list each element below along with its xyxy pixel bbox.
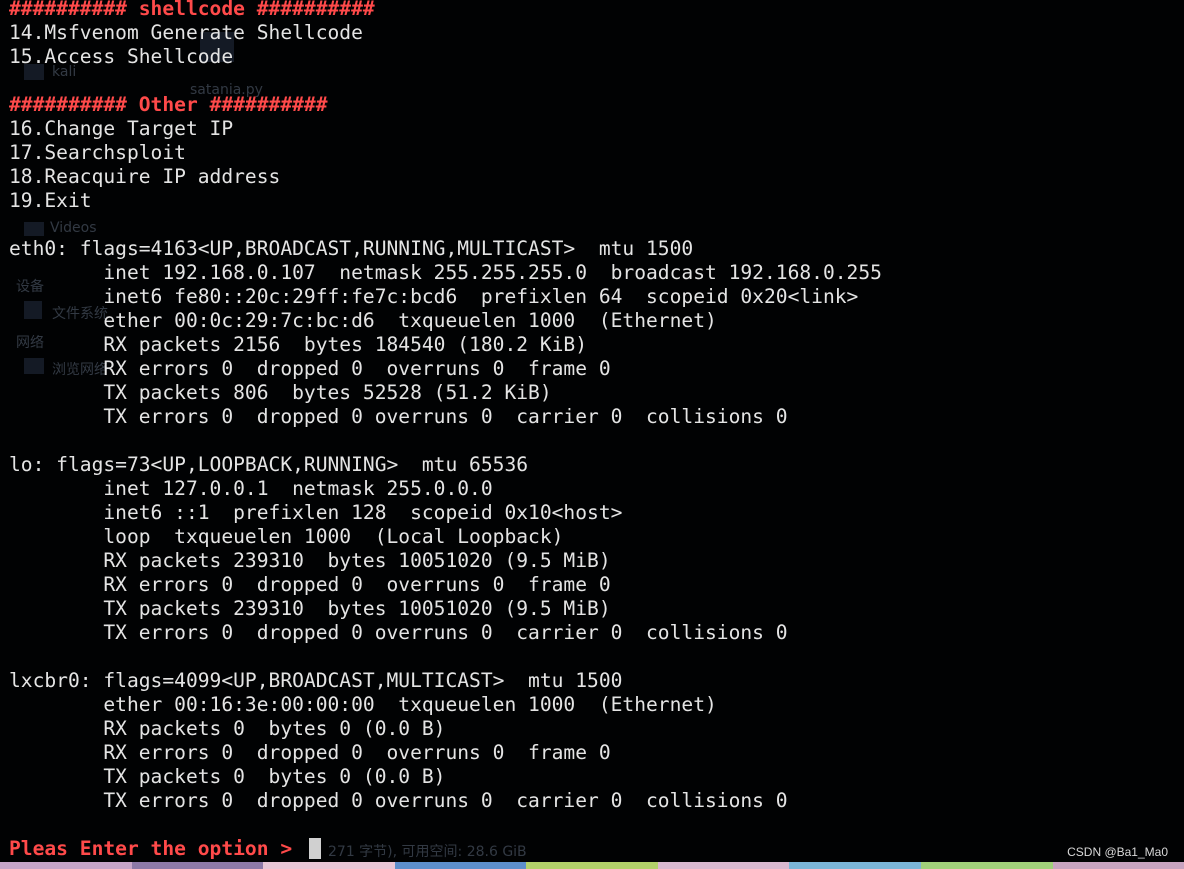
lo-loop-line: loop txqueuelen 1000 (Local Loopback) (9, 525, 564, 548)
other-section-header: ########## Other ########## (9, 93, 328, 116)
ghost-videos-label: Videos (50, 220, 97, 236)
menu-item-18: 18.Reacquire IP address (9, 165, 281, 188)
menu-item-14: 14.Msfvenom Generate Shellcode (9, 21, 363, 44)
lxcbr0-flags-line: lxcbr0: flags=4099<UP,BROADCAST,MULTICAS… (9, 669, 623, 692)
eth0-inet6-line: inet6 fe80::20c:29ff:fe7c:bcd6 prefixlen… (9, 285, 859, 308)
text-cursor[interactable] (309, 838, 321, 859)
shellcode-section-header: ########## shellcode ########## (9, 0, 375, 20)
menu-item-17: 17.Searchsploit (9, 141, 186, 164)
menu-item-15: 15.Access Shellcode (9, 45, 234, 68)
eth0-rx-packets-line: RX packets 2156 bytes 184540 (180.2 KiB) (9, 333, 588, 356)
eth0-ether-line: ether 00:0c:29:7c:bc:d6 txqueuelen 1000 … (9, 309, 717, 332)
lxcbr0-rx-packets-line: RX packets 0 bytes 0 (0.0 B) (9, 717, 446, 740)
menu-item-19: 19.Exit (9, 189, 92, 212)
lo-tx-packets-line: TX packets 239310 bytes 10051020 (9.5 Mi… (9, 597, 611, 620)
lxcbr0-tx-packets-line: TX packets 0 bytes 0 (0.0 B) (9, 765, 446, 788)
lxcbr0-rx-errors-line: RX errors 0 dropped 0 overruns 0 frame 0 (9, 741, 611, 764)
eth0-tx-packets-line: TX packets 806 bytes 52528 (51.2 KiB) (9, 381, 552, 404)
lo-flags-line: lo: flags=73<UP,LOOPBACK,RUNNING> mtu 65… (9, 453, 529, 476)
lxcbr0-tx-errors-line: TX errors 0 dropped 0 overruns 0 carrier… (9, 789, 788, 812)
lo-rx-errors-line: RX errors 0 dropped 0 overruns 0 frame 0 (9, 573, 611, 596)
eth0-tx-errors-line: TX errors 0 dropped 0 overruns 0 carrier… (9, 405, 788, 428)
csdn-watermark: CSDN @Ba1_Ma0 (1067, 845, 1168, 859)
wallpaper-strip (0, 862, 1184, 869)
eth0-inet-line: inet 192.168.0.107 netmask 255.255.255.0… (9, 261, 882, 284)
lxcbr0-ether-line: ether 00:16:3e:00:00:00 txqueuelen 1000 … (9, 693, 717, 716)
eth0-rx-errors-line: RX errors 0 dropped 0 overruns 0 frame 0 (9, 357, 611, 380)
lo-rx-packets-line: RX packets 239310 bytes 10051020 (9.5 Mi… (9, 549, 611, 572)
ghost-status-bar-text: 271 字节), 可用空间: 28.6 GiB (328, 844, 527, 860)
lo-tx-errors-line: TX errors 0 dropped 0 overruns 0 carrier… (9, 621, 788, 644)
terminal-window[interactable]: kali satania.py Videos 设备 文件系统 网络 浏览网络 2… (0, 0, 1184, 869)
menu-item-16: 16.Change Target IP (9, 117, 234, 140)
lo-inet-line: inet 127.0.0.1 netmask 255.0.0.0 (9, 477, 493, 500)
eth0-flags-line: eth0: flags=4163<UP,BROADCAST,RUNNING,MU… (9, 237, 694, 260)
option-prompt[interactable]: Pleas Enter the option > (9, 837, 304, 861)
ghost-videos-icon (24, 222, 44, 236)
lo-inet6-line: inet6 ::1 prefixlen 128 scopeid 0x10<hos… (9, 501, 623, 524)
